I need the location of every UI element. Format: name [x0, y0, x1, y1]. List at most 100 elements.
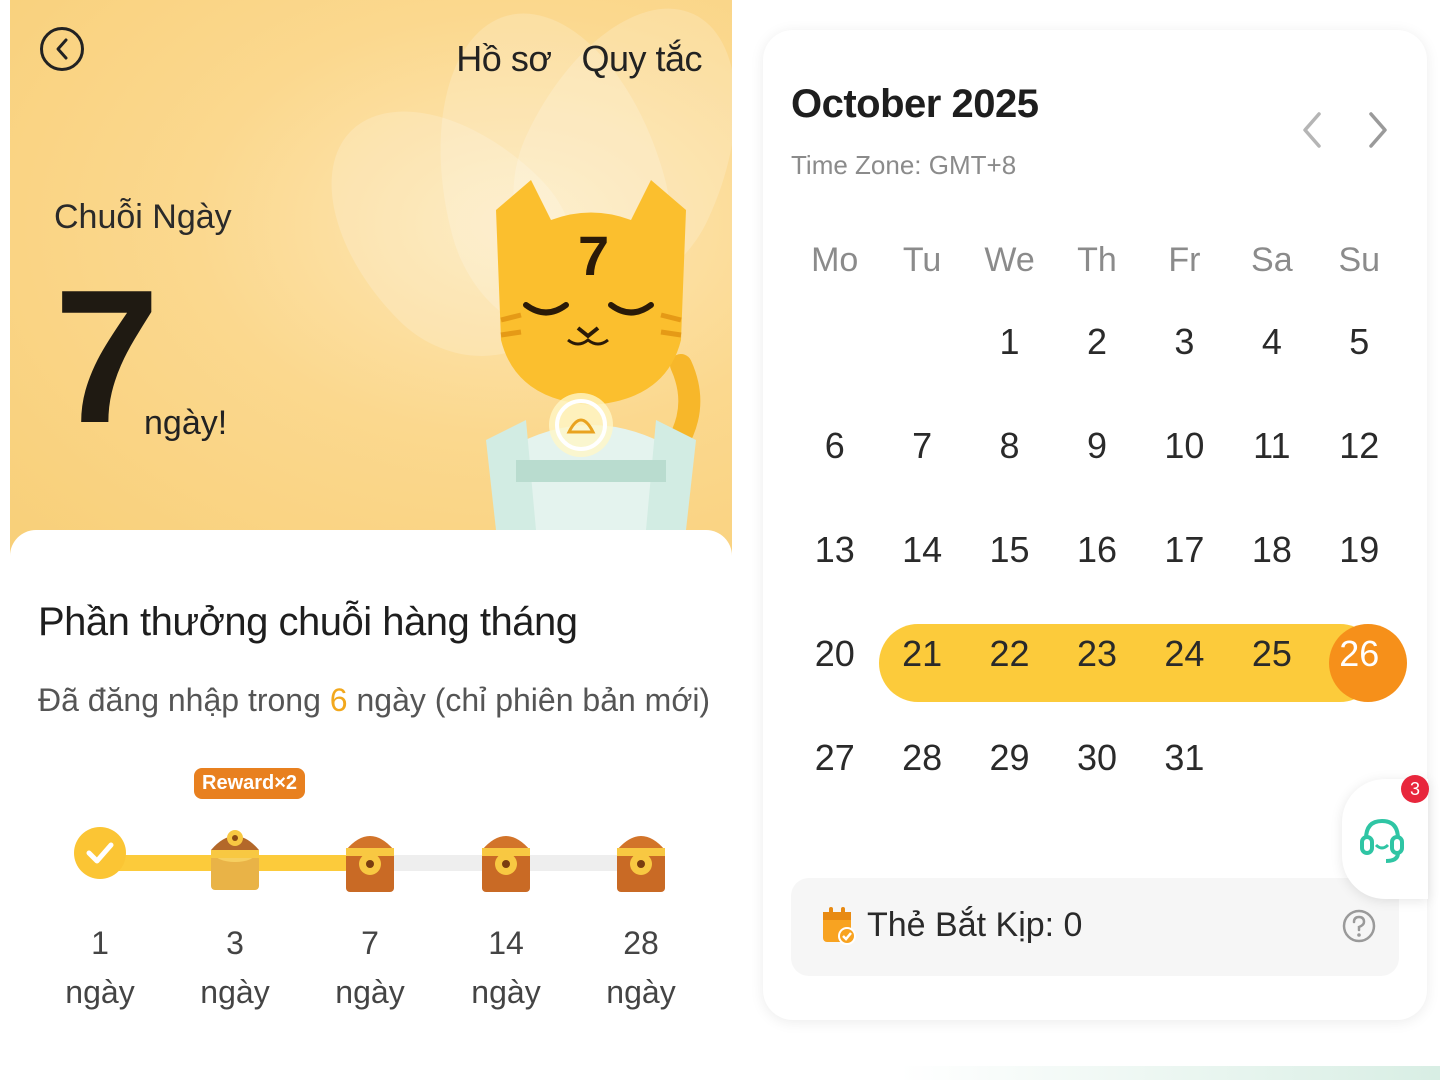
calendar-day-streak[interactable]: 21 — [878, 633, 965, 675]
weekday-header: Mo Tu We Th Fr Sa Su — [791, 230, 1403, 290]
weekday-label: Th — [1077, 240, 1117, 279]
calendar-day[interactable]: 7 — [878, 425, 965, 467]
calendar-day[interactable]: 9 — [1053, 425, 1140, 467]
monthly-reward-subtitle: Đã đăng nhập trong 6 ngày (chỉ phiên bản… — [38, 682, 710, 719]
tiger-mascot-illustration: 7 — [486, 180, 701, 540]
treasure-chest-icon[interactable] — [478, 822, 534, 896]
calendar-day[interactable]: 16 — [1053, 529, 1140, 571]
calendar-day[interactable]: 29 — [966, 737, 1053, 779]
calendar-day-streak[interactable]: 25 — [1228, 633, 1315, 675]
treasure-chest-icon[interactable] — [613, 822, 669, 896]
timezone-label: Time Zone: GMT+8 — [791, 150, 1017, 180]
calendar-week-4: 20 21 22 23 24 25 26 — [791, 602, 1407, 706]
calendar-grid: Mo Tu We Th Fr Sa Su 1 2 3 4 5 6 7 8 9 1… — [791, 230, 1407, 810]
header-links: Hồ sơ Quy tắc — [456, 38, 702, 80]
chevron-left-icon — [1303, 112, 1321, 148]
calendar-day-streak[interactable]: 23 — [1053, 633, 1140, 675]
treasure-chest-icon[interactable] — [342, 822, 398, 896]
milestone-days: 1 — [91, 925, 109, 961]
profile-link[interactable]: Hồ sơ — [456, 38, 552, 80]
weekday-label: Sa — [1251, 240, 1293, 279]
weekday-label: We — [984, 240, 1035, 279]
days-logged: 6 — [329, 682, 348, 718]
calendar-day[interactable]: 12 — [1316, 425, 1403, 467]
calendar-day[interactable]: 1 — [966, 321, 1053, 363]
streak-label: Chuỗi Ngày — [54, 198, 232, 236]
open-treasure-chest-icon[interactable] — [207, 820, 263, 894]
calendar-panel: October 2025 Time Zone: GMT+8 Mo Tu We T… — [763, 30, 1427, 1020]
streak-unit: ngày! — [144, 404, 228, 442]
chevron-right-icon — [1369, 112, 1387, 148]
milestone-28: 28 ngày — [601, 925, 681, 1011]
reward-multiplier-badge: Reward×2 — [194, 768, 306, 799]
calendar-day[interactable]: 8 — [966, 425, 1053, 467]
calendar-day-streak[interactable]: 22 — [966, 633, 1053, 675]
subtitle-prefix: Đã đăng nhập trong — [38, 682, 330, 718]
milestone-unit: ngày — [606, 974, 676, 1010]
milestone-days: 14 — [488, 925, 524, 961]
calendar-day[interactable]: 11 — [1228, 425, 1315, 467]
calendar-day[interactable]: 15 — [966, 529, 1053, 571]
subtitle-suffix: ngày (chỉ phiên bản mới) — [347, 682, 711, 718]
milestone-days: 3 — [226, 925, 244, 961]
catch-up-label: Thẻ Bắt Kịp: 0 — [867, 906, 1082, 945]
milestone-7: 7 ngày — [330, 925, 410, 1011]
bottom-decoration — [900, 1066, 1440, 1080]
headset-icon — [1360, 818, 1404, 863]
calendar-week-2: 6 7 8 9 10 11 12 — [791, 394, 1403, 498]
next-month-button[interactable] — [1359, 108, 1395, 152]
weekday-label: Tu — [902, 240, 942, 279]
calendar-day[interactable]: 20 — [791, 633, 878, 675]
streak-panel: Hồ sơ Quy tắc Chuỗi Ngày 7 ngày! 7 Phần … — [10, 0, 732, 1070]
milestone-3: 3 ngày — [195, 925, 275, 1011]
streak-hero: Hồ sơ Quy tắc Chuỗi Ngày 7 ngày! 7 — [10, 0, 732, 560]
milestone-days: 28 — [623, 925, 659, 961]
calendar-day[interactable]: 2 — [1053, 321, 1140, 363]
milestone-1-done — [74, 827, 126, 879]
calendar-week-3: 13 14 15 16 17 18 19 — [791, 498, 1403, 602]
calendar-month-title: October 2025 — [791, 82, 1039, 126]
milestone-unit: ngày — [335, 974, 405, 1010]
back-button[interactable] — [40, 27, 84, 71]
calendar-day[interactable]: 14 — [878, 529, 965, 571]
calendar-day[interactable]: 28 — [878, 737, 965, 779]
calendar-day[interactable]: 13 — [791, 529, 878, 571]
calendar-day[interactable]: 5 — [1316, 321, 1403, 363]
milestone-unit: ngày — [65, 974, 135, 1010]
calendar-day-today[interactable]: 26 — [1316, 633, 1403, 675]
calendar-day[interactable]: 17 — [1141, 529, 1228, 571]
milestone-unit: ngày — [471, 974, 541, 1010]
monthly-reward-card: Phần thưởng chuỗi hàng tháng Đã đăng nhậ… — [10, 530, 732, 1070]
notification-badge: 3 — [1401, 775, 1429, 803]
calendar-day[interactable]: 3 — [1141, 321, 1228, 363]
monthly-reward-title: Phần thưởng chuỗi hàng tháng — [38, 600, 578, 644]
calendar-day[interactable]: 4 — [1228, 321, 1315, 363]
calendar-day[interactable]: 19 — [1316, 529, 1403, 571]
catch-up-card-row: Thẻ Bắt Kịp: 0 — [791, 878, 1399, 976]
calendar-day[interactable]: 27 — [791, 737, 878, 779]
milestone-14: 14 ngày — [466, 925, 546, 1011]
prev-month-button[interactable] — [1295, 108, 1331, 152]
calendar-day[interactable]: 31 — [1141, 737, 1228, 779]
rules-link[interactable]: Quy tắc — [581, 38, 702, 80]
catch-up-text: Thẻ Bắt Kịp: — [867, 906, 1064, 944]
calendar-day[interactable]: 6 — [791, 425, 878, 467]
calendar-day-streak[interactable]: 24 — [1141, 633, 1228, 675]
calendar-check-icon — [823, 907, 856, 945]
milestone-1: 1 ngày — [60, 925, 140, 1011]
calendar-week-1: 1 2 3 4 5 — [791, 290, 1403, 394]
checkmark-icon — [86, 842, 114, 864]
calendar-day[interactable]: 10 — [1141, 425, 1228, 467]
milestone-days: 7 — [361, 925, 379, 961]
calendar-day[interactable]: 30 — [1053, 737, 1140, 779]
calendar-day[interactable]: 18 — [1228, 529, 1315, 571]
milestone-unit: ngày — [200, 974, 270, 1010]
weekday-label: Fr — [1168, 240, 1201, 279]
weekday-label: Mo — [811, 240, 859, 279]
weekday-label: Su — [1338, 240, 1381, 279]
mascot-number: 7 — [578, 224, 609, 287]
catch-up-count: 0 — [1063, 906, 1083, 944]
calendar-week-5: 27 28 29 30 31 — [791, 706, 1403, 810]
chevron-left-icon — [56, 38, 68, 60]
help-icon[interactable] — [1341, 908, 1377, 944]
